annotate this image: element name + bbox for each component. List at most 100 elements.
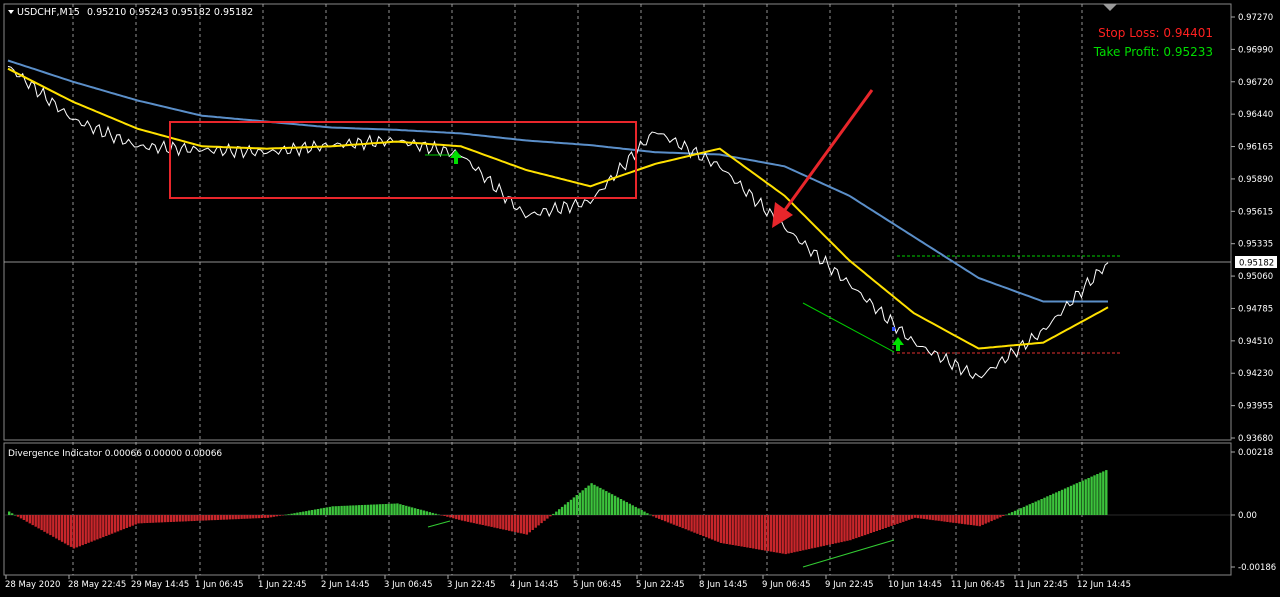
- indicator-bar: [896, 515, 899, 524]
- indicator-bar: [110, 515, 114, 534]
- indicator-bar: [1043, 497, 1046, 515]
- price-axis-label: 0.96440: [1238, 110, 1273, 120]
- indicator-bar: [1055, 492, 1058, 515]
- indicator-bar: [449, 515, 452, 518]
- indicator-bar: [802, 515, 805, 551]
- indicator-bar: [260, 515, 264, 518]
- indicator-bar: [516, 515, 520, 533]
- indicator-bar: [596, 486, 599, 515]
- indicator-bar: [419, 509, 423, 515]
- price-axis-label: 0.95615: [1238, 207, 1273, 217]
- indicator-bar: [684, 515, 687, 530]
- indicator-bar: [787, 515, 790, 554]
- indicator-bar: [781, 515, 784, 554]
- indicator-bar: [910, 515, 914, 519]
- indicator-bar: [969, 515, 973, 525]
- indicator-bar: [1037, 500, 1040, 515]
- symbol-label: USDCHF,M15: [17, 7, 80, 18]
- indicator-bar: [46, 515, 49, 534]
- indicator-bar: [678, 515, 681, 527]
- indicator-bar: [446, 515, 449, 517]
- indicator-bar: [113, 515, 117, 533]
- indicator-bar: [63, 515, 67, 544]
- indicator-bar: [987, 515, 990, 523]
- indicator-bar: [222, 515, 226, 520]
- indicator-bar: [960, 515, 964, 524]
- indicator-bar: [172, 515, 176, 522]
- indicator-bar: [572, 497, 576, 515]
- indicator-bar: [508, 515, 511, 531]
- indicator-bar: [887, 515, 890, 527]
- indicator-bar: [1093, 475, 1096, 515]
- indicator-bar: [25, 515, 28, 522]
- indicator-bar: [399, 504, 402, 515]
- take-profit-label: Take Profit: 0.95233: [1093, 45, 1213, 59]
- indicator-bar: [710, 515, 714, 540]
- indicator-bar: [952, 515, 955, 523]
- indicator-bar: [178, 515, 181, 522]
- indicator-bar: [402, 505, 405, 515]
- indicator-bar: [922, 515, 926, 519]
- indicator-bar: [808, 515, 811, 550]
- indicator-bar: [1063, 488, 1067, 515]
- indicator-bar: [372, 504, 376, 515]
- indicator-bar: [231, 515, 234, 520]
- indicator-bar: [708, 515, 711, 539]
- price-axis-label: 0.96165: [1238, 143, 1273, 153]
- indicator-bar: [1066, 487, 1070, 515]
- indicator-bar: [1025, 505, 1028, 515]
- indicator-bar: [566, 502, 570, 515]
- indicator-bar: [278, 515, 281, 516]
- indicator-bar: [669, 515, 673, 524]
- indicator-bar: [875, 515, 878, 531]
- indicator-bar: [302, 511, 305, 515]
- indicator-title: Divergence Indicator 0.00066 0.00000 0.0…: [8, 449, 222, 459]
- indicator-bar: [487, 515, 490, 527]
- indicator-bar: [631, 505, 634, 515]
- indicator-bar: [772, 515, 776, 553]
- indicator-bar: [555, 511, 558, 515]
- indicator-bar: [666, 515, 670, 523]
- indicator-bar: [646, 513, 649, 515]
- indicator-bar: [116, 515, 120, 532]
- chart-root[interactable]: USDCHF,M15 0.95210 0.95243 0.95182 0.951…: [0, 0, 1280, 597]
- indicator-bar: [458, 515, 461, 520]
- indicator-bar: [287, 514, 290, 515]
- time-axis-label: 29 May 14:45: [131, 580, 189, 590]
- indicator-bar: [258, 515, 261, 519]
- indicator-bar: [860, 515, 864, 537]
- indicator-bar: [10, 513, 14, 515]
- indicator-bar: [796, 515, 799, 552]
- indicator-bar: [69, 515, 73, 547]
- indicator-bar: [125, 515, 128, 528]
- indicator-bar: [705, 515, 708, 538]
- time-axis-label: 2 Jun 14:45: [321, 580, 370, 590]
- indicator-bar: [334, 506, 337, 515]
- indicator-bar: [1052, 493, 1055, 515]
- indicator-bar: [443, 515, 446, 516]
- time-axis-label: 28 May 22:45: [68, 580, 126, 590]
- indicator-bar: [58, 515, 61, 541]
- indicator-bar: [640, 510, 643, 515]
- indicator-bar: [522, 515, 526, 534]
- indicator-bar: [452, 515, 455, 519]
- indicator-bar: [643, 511, 646, 515]
- price-axis-label: 0.95060: [1238, 272, 1273, 282]
- indicator-bar: [546, 515, 549, 519]
- indicator-bar: [305, 511, 308, 515]
- indicator-bar: [434, 513, 437, 515]
- indicator-bar: [252, 515, 255, 519]
- indicator-bar: [931, 515, 934, 521]
- indicator-bar: [528, 515, 531, 533]
- indicator-bar: [119, 515, 123, 531]
- main-chart-area[interactable]: [3, 3, 1232, 441]
- indicator-bar: [134, 515, 137, 525]
- indicator-bar: [37, 515, 40, 529]
- indicator-bar: [660, 515, 664, 521]
- indicator-bar: [675, 515, 678, 526]
- current-price-badge-label: 0.95182: [1239, 259, 1274, 269]
- indicator-bar: [563, 504, 567, 515]
- indicator-bar: [293, 513, 296, 515]
- indicator-bar: [108, 515, 111, 535]
- indicator-bar: [255, 515, 258, 519]
